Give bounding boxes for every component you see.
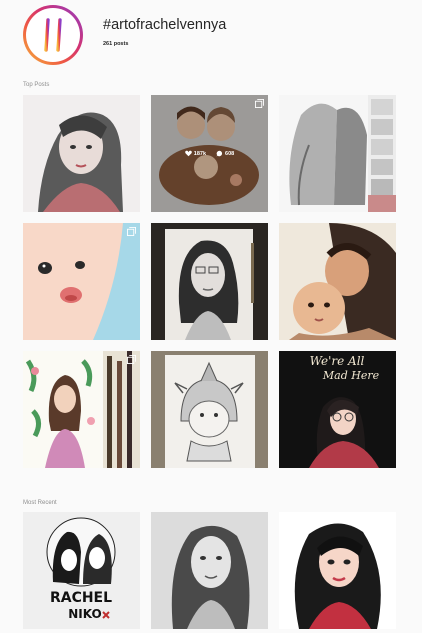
multiple-posts-icon [127, 355, 136, 364]
post-thumbnail[interactable]: We're All Mad Here [279, 351, 396, 468]
heart-icon [184, 150, 192, 157]
top-posts-label: Top Posts [23, 82, 50, 88]
post-thumbnail[interactable] [279, 95, 396, 212]
most-recent-label: Most Recent [23, 500, 57, 506]
hashtag-header: #artofrachelvennya 261 posts [0, 0, 422, 78]
post-thumbnail[interactable] [279, 223, 396, 340]
top-posts-grid: 187k 608 We're All Mad Here [23, 95, 397, 469]
hashtag-title: #artofrachelvennya [103, 17, 227, 33]
post-thumbnail[interactable]: RACHEL NIKO [23, 512, 140, 629]
multiple-posts-icon [127, 227, 136, 236]
post-thumbnail[interactable] [279, 512, 396, 629]
comment-icon [216, 150, 223, 157]
hashtag-avatar [23, 5, 83, 65]
post-caption-text: NIKO [68, 607, 101, 621]
post-thumbnail[interactable] [23, 95, 140, 212]
post-thumbnail[interactable] [23, 223, 140, 340]
post-thumbnail[interactable] [151, 512, 268, 629]
post-count: 261 posts [103, 41, 129, 47]
post-stats-overlay: 187k 608 [151, 95, 268, 212]
likes-count: 187k [193, 150, 207, 157]
comments-count: 608 [225, 150, 235, 157]
hashtag-icon [37, 18, 69, 52]
post-thumbnail[interactable]: 187k 608 [151, 95, 268, 212]
most-recent-grid: RACHEL NIKO [23, 512, 397, 633]
multiple-posts-icon [255, 99, 264, 108]
post-caption-text: RACHEL [50, 590, 112, 606]
post-thumbnail[interactable] [151, 351, 268, 468]
post-caption-text: We're All [310, 354, 365, 368]
post-thumbnail[interactable] [151, 223, 268, 340]
post-caption-text: Mad Here [322, 369, 380, 382]
post-thumbnail[interactable] [23, 351, 140, 468]
